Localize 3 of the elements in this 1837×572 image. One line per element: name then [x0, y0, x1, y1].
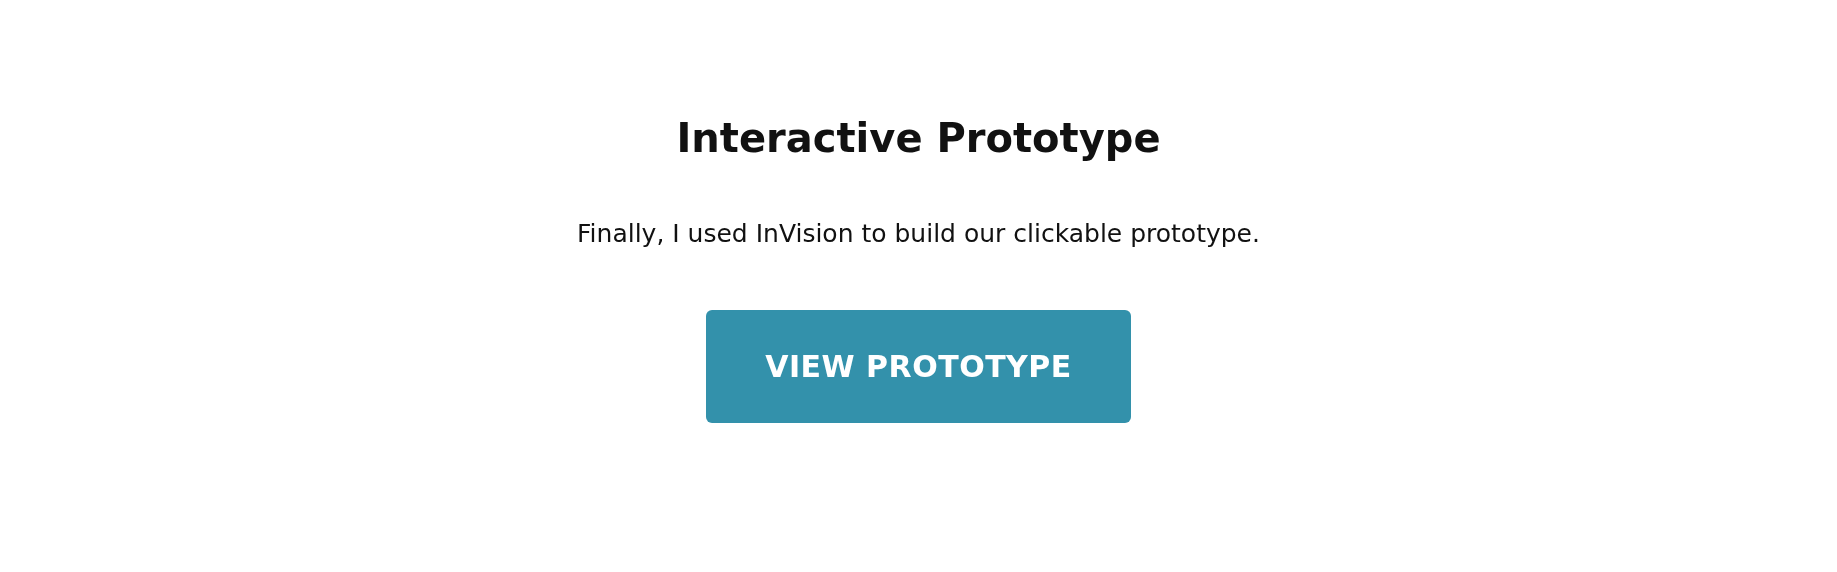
section-heading: Interactive Prototype	[676, 114, 1161, 163]
description-text: Finally, I used InVision to build our clickable prototype.	[577, 218, 1260, 250]
view-prototype-button[interactable]: VIEW PROTOTYPE	[706, 310, 1131, 423]
